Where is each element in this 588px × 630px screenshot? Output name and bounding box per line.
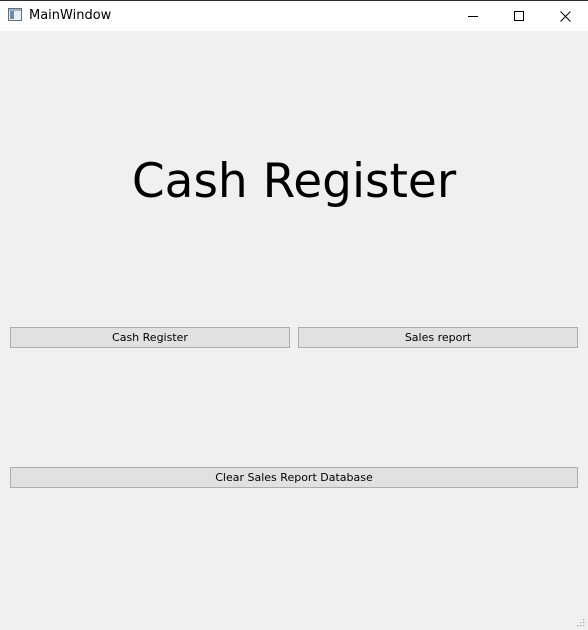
maximize-button[interactable] [496, 1, 542, 31]
close-button[interactable] [542, 1, 588, 31]
app-window-icon [8, 8, 22, 21]
clear-database-button[interactable]: Clear Sales Report Database [10, 467, 578, 488]
maximize-icon [514, 11, 524, 21]
resize-grip-icon[interactable] [575, 617, 585, 627]
main-window: MainWindow Cash Register Cash Register S… [0, 0, 588, 630]
minimize-button[interactable] [450, 1, 496, 31]
title-bar[interactable]: MainWindow [0, 0, 588, 31]
close-icon [559, 10, 571, 22]
cash-register-button[interactable]: Cash Register [10, 327, 290, 348]
window-title: MainWindow [29, 8, 112, 23]
minimize-icon [468, 16, 478, 17]
sales-report-button[interactable]: Sales report [298, 327, 578, 348]
page-title: Cash Register [131, 154, 457, 209]
